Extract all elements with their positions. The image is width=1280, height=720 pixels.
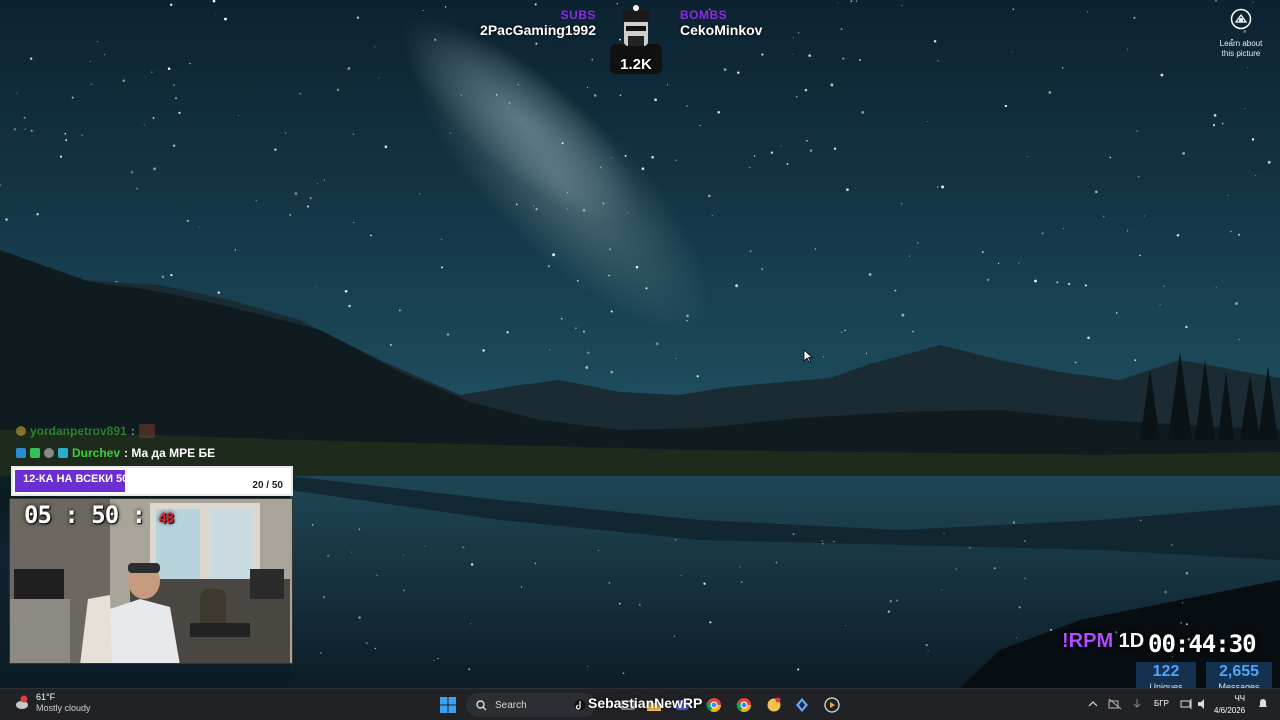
rpm-label: !RPM	[1062, 630, 1114, 652]
prime-badge-icon	[16, 448, 26, 458]
emote-icon	[138, 424, 155, 438]
weather-temperature: 61°F	[36, 692, 56, 702]
cloudy-weather-icon	[14, 695, 30, 711]
learn-about-label-2: this picture	[1221, 49, 1261, 58]
streamlabs-button[interactable]	[790, 693, 814, 717]
chat-text: : Ма да МРЕ БЕ	[124, 446, 216, 460]
timer-seconds: 48	[158, 511, 175, 527]
taskbar-clock[interactable]: ЧЧ 4/6/2026	[1214, 693, 1245, 717]
clock-time: ЧЧ	[1234, 694, 1246, 703]
start-button[interactable]	[436, 693, 460, 717]
messages-value: 2,655	[1218, 663, 1260, 680]
obs-button[interactable]	[762, 693, 786, 717]
app-icon	[767, 697, 781, 712]
input-language[interactable]: БГР	[1154, 699, 1169, 708]
weather-widget[interactable]: 61°F Mostly cloudy	[14, 692, 91, 714]
chat-badge-icon	[16, 426, 26, 436]
learn-about-picture-button[interactable]: Learn about this picture	[1214, 8, 1268, 59]
webcam-timer: 05 : 50 : 48	[24, 501, 175, 529]
goal-label: 12-КА НА ВСЕКИ 50	[23, 473, 129, 485]
chat-text: :	[130, 424, 135, 438]
stream-channel-label: SebastianNewRP	[588, 695, 703, 711]
mouse-cursor-icon	[803, 349, 813, 363]
tiktok-icon	[574, 699, 586, 711]
tray-camera-off-icon[interactable]	[1108, 697, 1122, 711]
alert-left-tag: SUBS	[560, 8, 596, 22]
uniques-value: 122	[1152, 663, 1180, 680]
sub-badge-icon	[30, 448, 40, 458]
media-player-button[interactable]	[820, 693, 844, 717]
search-placeholder: Search	[495, 699, 527, 711]
gift-badge-icon	[44, 448, 54, 458]
sub-goal-bar: 12-КА НА ВСЕКИ 50 20 / 50	[11, 466, 293, 496]
learn-about-label-1: Learn about	[1219, 39, 1263, 48]
diamond-app-icon	[796, 698, 808, 712]
chat-message: Durchev : Ма да МРЕ БЕ	[16, 442, 316, 464]
windows-logo-icon	[440, 697, 456, 713]
weather-description: Mostly cloudy	[36, 703, 91, 713]
chat-overlay: yordanpetrov891 : Durchev : Ма да МРЕ БЕ	[16, 420, 316, 464]
vip-badge-icon	[58, 448, 68, 458]
timer-main: 05 : 50 :	[24, 501, 146, 529]
chrome-button-1[interactable]	[702, 693, 726, 717]
clock-date: 4/6/2026	[1214, 706, 1246, 715]
search-icon	[476, 699, 487, 710]
chrome-button-2[interactable]	[732, 693, 756, 717]
alert-right-name: CekoMinkov	[680, 22, 763, 38]
webcam-feed: 05 : 50 : 48	[9, 498, 293, 664]
chrome-icon	[706, 698, 721, 712]
taskbar: 61°F Mostly cloudy Search SebastianNewRP…	[0, 688, 1280, 720]
alert-left-name: 2PacGaming1992	[480, 22, 596, 38]
alert-count: 1.2K	[620, 56, 652, 73]
rpm-command: !RPM 1D	[1062, 630, 1144, 653]
chat-username: yordanpetrov891	[30, 424, 127, 438]
rpm-period: 1D	[1118, 630, 1145, 652]
tray-download-icon[interactable]	[1130, 697, 1144, 711]
alert-right-tag: BOMBS	[680, 8, 728, 22]
tray-volume-icon[interactable]	[1196, 697, 1210, 711]
play-icon	[824, 697, 840, 713]
tray-network-icon[interactable]	[1180, 697, 1194, 711]
chat-username: Durchev	[72, 446, 121, 460]
tray-overflow-chevron-icon[interactable]	[1086, 697, 1100, 711]
chrome-icon	[736, 698, 751, 712]
notification-bell-icon[interactable]	[1256, 697, 1270, 711]
alert-right-block: BOMBS CekoMinkov	[680, 8, 762, 38]
goal-count: 20 / 50	[252, 480, 283, 491]
chat-message: yordanpetrov891 :	[16, 420, 316, 442]
camera-info-icon	[1230, 8, 1252, 30]
stream-uptime: 00:44:30	[1148, 630, 1257, 658]
alert-left-block: SUBS 2PacGaming1992	[480, 8, 596, 38]
